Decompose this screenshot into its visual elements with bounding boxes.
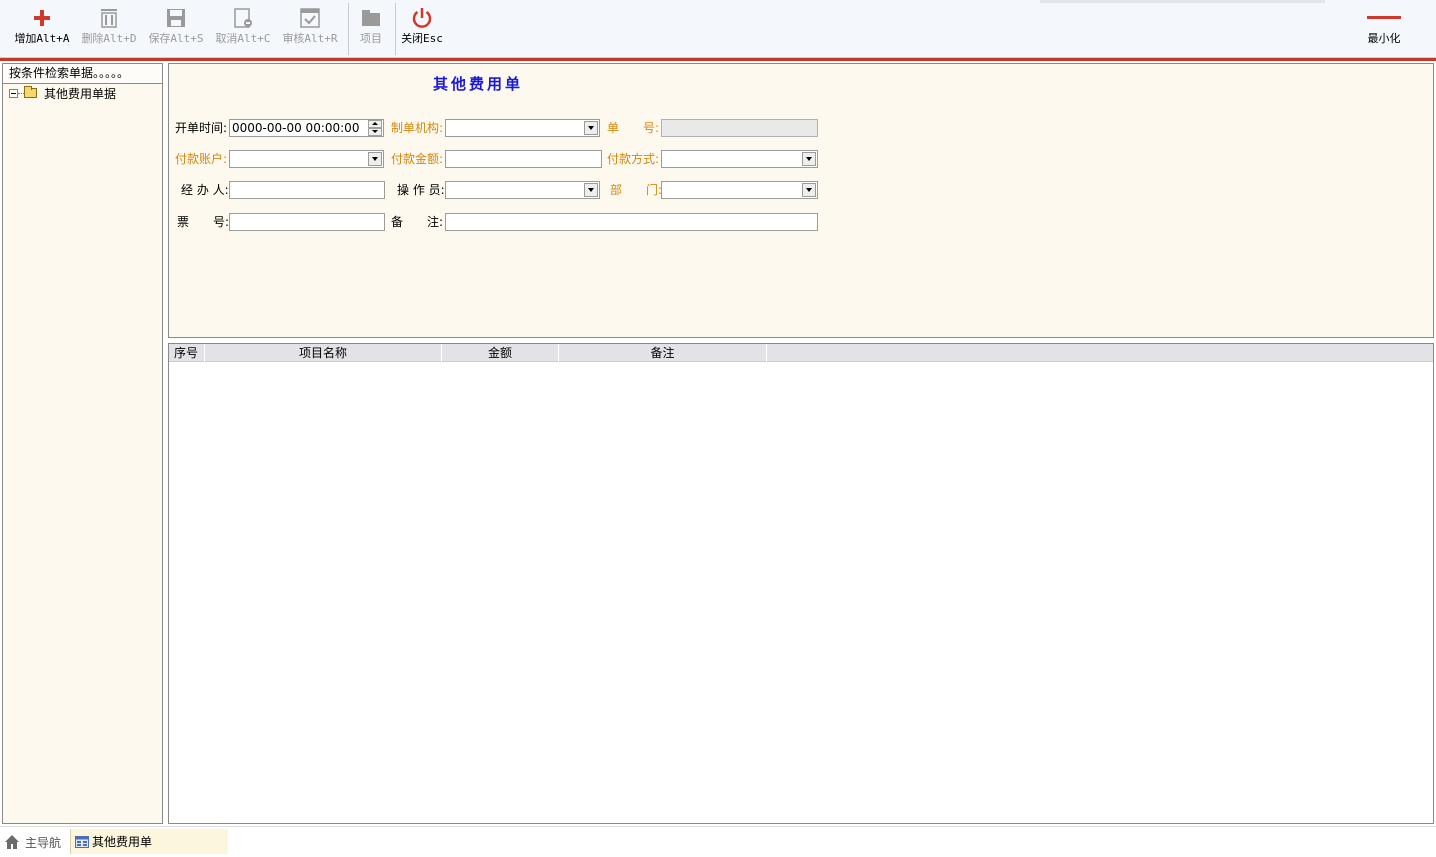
grid-header: 序号 项目名称 金额 备注 xyxy=(169,344,1433,362)
minimize-icon xyxy=(1360,4,1408,32)
close-button[interactable]: 关闭Esc xyxy=(398,4,446,54)
power-icon xyxy=(398,4,446,32)
delete-button-label: 删除Alt+D xyxy=(81,32,137,45)
minimize-button[interactable]: 最小化 xyxy=(1360,4,1408,54)
delete-button[interactable]: 删除Alt+D xyxy=(78,4,140,54)
chevron-down-icon[interactable] xyxy=(802,152,816,166)
save-button[interactable]: 保存Alt+S xyxy=(145,4,207,54)
open-time-field[interactable]: 0000-00-00 00:00:00 xyxy=(229,119,384,137)
detail-grid: 序号 项目名称 金额 备注 xyxy=(168,343,1434,824)
department-label: 部 门: xyxy=(610,183,663,197)
add-button-label: 增加Alt+A xyxy=(14,32,70,45)
home-icon xyxy=(5,835,19,849)
operator-select[interactable] xyxy=(445,181,600,199)
cancel-button[interactable]: 取消Alt+C xyxy=(212,4,274,54)
tree-item-label: 其他费用单据 xyxy=(44,86,117,101)
org-select[interactable] xyxy=(445,119,600,137)
pay-account-label: 付款账户: xyxy=(175,152,228,166)
approve-check-icon xyxy=(279,4,341,32)
pay-method-label: 付款方式: xyxy=(607,152,660,166)
pay-method-select[interactable] xyxy=(661,150,818,168)
toolbar-separator xyxy=(395,3,396,55)
spin-down-icon[interactable] xyxy=(368,128,382,136)
approve-button[interactable]: 审核Alt+R xyxy=(279,4,341,54)
collapse-icon[interactable] xyxy=(9,88,18,98)
folder-icon xyxy=(352,4,390,32)
remark-field[interactable] xyxy=(445,213,818,231)
doc-no-field[interactable] xyxy=(661,119,818,137)
toolbar-separator xyxy=(348,3,349,55)
trash-icon xyxy=(78,4,140,32)
minimize-button-label: 最小化 xyxy=(1367,32,1401,45)
folder-icon xyxy=(24,86,37,98)
approve-button-label: 审核Alt+R xyxy=(282,32,338,45)
cancel-doc-icon xyxy=(212,4,274,32)
form-window-icon xyxy=(75,835,89,848)
plus-icon xyxy=(10,4,74,32)
form-panel: 其他费用单 开单时间: 0000-00-00 00:00:00 制单机构: 单 … xyxy=(168,63,1434,338)
remark-label: 备 注: xyxy=(391,215,444,229)
main-nav-label: 主导航 xyxy=(25,835,62,850)
toolbar-shadow xyxy=(1040,0,1325,3)
ticket-field[interactable] xyxy=(229,213,385,231)
search-tree-panel: 按条件检索单据。。。。。 其他费用单据 xyxy=(2,63,163,824)
open-time-value: 0000-00-00 00:00:00 xyxy=(232,121,360,135)
tab-other-expense[interactable]: 其他费用单 xyxy=(70,829,228,854)
cancel-button-label: 取消Alt+C xyxy=(215,32,271,45)
column-header-amount[interactable]: 金额 xyxy=(442,344,559,362)
items-button[interactable]: 项目 xyxy=(352,4,390,54)
column-header-item-name[interactable]: 项目名称 xyxy=(205,344,442,362)
pay-amount-label: 付款金额: xyxy=(391,152,444,166)
org-label: 制单机构: xyxy=(391,121,444,135)
save-disk-icon xyxy=(145,4,207,32)
pay-amount-field[interactable] xyxy=(445,150,602,168)
tree-item-other-expense-docs[interactable]: 其他费用单据 xyxy=(3,85,162,101)
toolbar: 增加Alt+A 删除Alt+D 保存Alt+S 取消Alt+C 审核Alt+R … xyxy=(0,0,1436,58)
save-button-label: 保存Alt+S xyxy=(148,32,204,45)
search-panel-header[interactable]: 按条件检索单据。。。。。 xyxy=(3,64,162,84)
form-title: 其他费用单 xyxy=(433,75,524,93)
chevron-down-icon[interactable] xyxy=(802,183,816,197)
handler-label: 经 办 人: xyxy=(181,183,229,197)
column-header-seq[interactable]: 序号 xyxy=(169,344,205,362)
chevron-down-icon[interactable] xyxy=(368,152,382,166)
main-nav-tab[interactable]: 主导航 xyxy=(4,831,61,853)
toolbar-accent-line xyxy=(0,58,1436,61)
time-spinner[interactable] xyxy=(368,120,382,136)
pay-account-select[interactable] xyxy=(229,150,384,168)
handler-field[interactable] xyxy=(229,181,385,199)
department-select[interactable] xyxy=(661,181,818,199)
ticket-label: 票 号: xyxy=(177,215,230,229)
open-time-label: 开单时间: xyxy=(175,121,228,135)
close-button-label: 关闭Esc xyxy=(401,32,443,45)
chevron-down-icon[interactable] xyxy=(584,183,598,197)
column-header-remark[interactable]: 备注 xyxy=(559,344,767,362)
operator-label: 操 作 员: xyxy=(397,183,445,197)
tab-label: 其他费用单 xyxy=(92,835,153,849)
chevron-down-icon[interactable] xyxy=(584,121,598,135)
spin-up-icon[interactable] xyxy=(368,120,382,128)
items-button-label: 项目 xyxy=(360,32,382,45)
doc-no-label: 单 号: xyxy=(607,121,660,135)
add-button[interactable]: 增加Alt+A xyxy=(10,4,74,54)
bottom-tabbar: 主导航 其他费用单 xyxy=(0,826,1436,857)
